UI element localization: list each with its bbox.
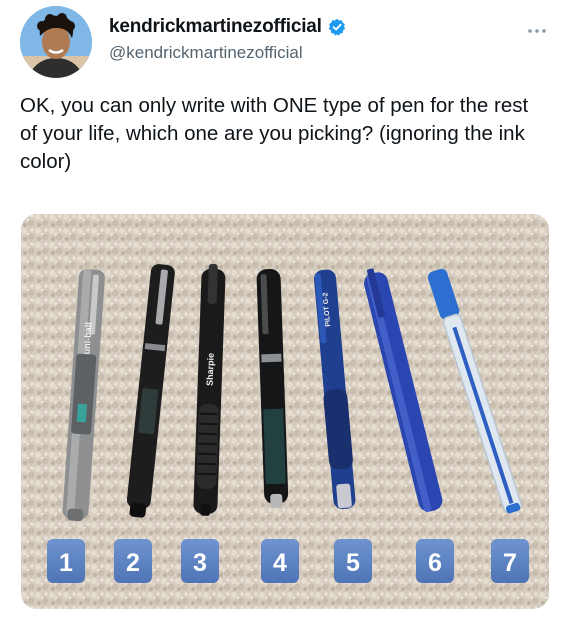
pen-number-1: 1 [47, 539, 85, 583]
more-horizontal-icon[interactable] [525, 24, 549, 36]
pen-number-4: 4 [261, 539, 299, 583]
verified-badge-icon [328, 18, 346, 36]
avatar-photo-icon [20, 6, 92, 78]
avatar[interactable] [20, 6, 92, 78]
display-name[interactable]: kendrickmartinezofficial [109, 16, 322, 38]
svg-text:6: 6 [428, 549, 442, 577]
svg-text:5: 5 [346, 549, 360, 577]
tweet-header: kendrickmartinezofficial @kendrickmartin… [20, 6, 549, 78]
svg-text:3: 3 [193, 549, 207, 577]
svg-text:7: 7 [503, 549, 517, 577]
pens-photo: uni-ball Sharpie PILOT G-2 1 2 3 4 5 6 7 [21, 214, 549, 609]
svg-text:2: 2 [126, 549, 140, 577]
pen-number-3: 3 [181, 539, 219, 583]
pen-number-6: 6 [416, 539, 454, 583]
svg-text:4: 4 [273, 549, 287, 577]
handle[interactable]: @kendrickmartinezofficial [109, 43, 346, 63]
pen-number-2: 2 [114, 539, 152, 583]
pen-number-5: 5 [334, 539, 372, 583]
author-names: kendrickmartinezofficial @kendrickmartin… [109, 15, 346, 63]
display-name-row: kendrickmartinezofficial [109, 15, 346, 39]
pen-number-7: 7 [491, 539, 529, 583]
svg-text:Sharpie: Sharpie [205, 353, 216, 386]
tweet-text: OK, you can only write with ONE type of … [20, 94, 529, 173]
tweet-media-photo[interactable]: uni-ball Sharpie PILOT G-2 1 2 3 4 5 6 7 [21, 214, 549, 609]
tweet-card: kendrickmartinezofficial @kendrickmartin… [0, 0, 563, 621]
svg-text:1: 1 [59, 549, 73, 577]
